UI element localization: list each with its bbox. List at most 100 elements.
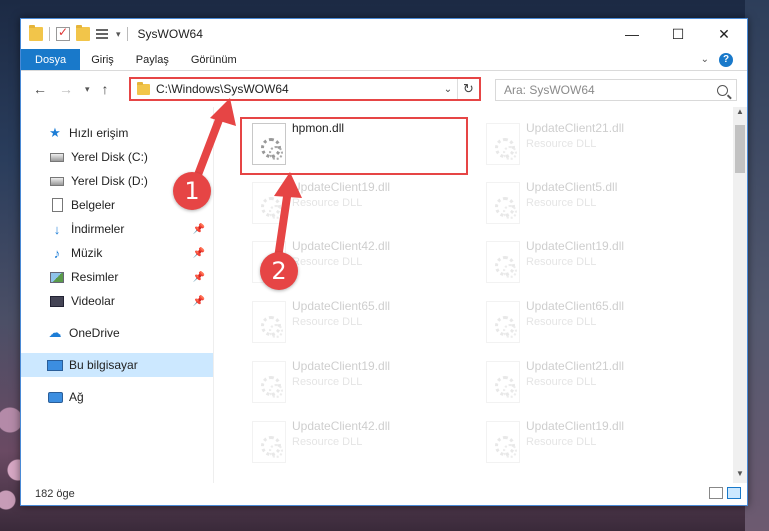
maximize-button[interactable]: ☐ — [655, 19, 701, 49]
sidebar-item-videos[interactable]: Videolar 📌 — [21, 289, 213, 313]
scroll-up-icon[interactable]: ▲ — [733, 107, 747, 121]
view-options-icon[interactable] — [96, 27, 110, 41]
disk-icon — [50, 152, 64, 162]
music-icon: ♪ — [53, 245, 61, 261]
back-arrow-icon[interactable]: ← — [33, 81, 47, 97]
new-folder-icon[interactable] — [76, 25, 90, 41]
sidebar-item-label: Ağ — [69, 390, 84, 404]
tab-share[interactable]: Paylaş — [125, 49, 180, 70]
tiles-view-icon[interactable] — [727, 487, 741, 499]
list-item[interactable]: UpdateClient19.dll Resource DLL — [478, 237, 704, 291]
chevron-down-icon[interactable]: ▾ — [116, 29, 121, 40]
address-dropdown-icon[interactable]: ⌄ — [439, 84, 457, 95]
dll-file-icon — [486, 123, 520, 165]
sidebar-item-onedrive[interactable]: ☁ OneDrive — [21, 321, 213, 345]
sidebar-item-downloads[interactable]: ↓ İndirmeler 📌 — [21, 217, 213, 241]
scrollbar-thumb[interactable] — [735, 125, 745, 173]
sidebar-item-label: OneDrive — [69, 326, 120, 340]
sidebar-item-this-pc[interactable]: Bu bilgisayar — [21, 353, 213, 377]
file-list: hpmon.dll UpdateClient21.dll Resource DL… — [214, 107, 747, 483]
address-bar[interactable]: C:\Windows\SysWOW64 ⌄ ↻ — [129, 77, 481, 101]
list-item[interactable]: UpdateClient21.dll Resource DLL — [478, 357, 704, 411]
download-icon: ↓ — [53, 221, 61, 237]
folder-icon — [137, 81, 150, 95]
sidebar-item-local-disk-c[interactable]: Yerel Disk (C:) — [21, 145, 213, 169]
sidebar-item-label: Belgeler — [71, 198, 116, 212]
tab-view[interactable]: Görünüm — [180, 49, 248, 70]
cloud-icon: ☁ — [48, 325, 62, 340]
ribbon-tabs: Dosya Giriş Paylaş Görünüm ⌄ ? — [21, 49, 747, 71]
sidebar-item-label: Resimler — [71, 270, 119, 284]
forward-arrow-icon[interactable]: → — [59, 81, 73, 97]
sidebar-item-label: İndirmeler — [71, 222, 125, 236]
list-item[interactable]: UpdateClient65.dll Resource DLL — [244, 297, 470, 351]
dll-file-icon — [252, 421, 286, 463]
search-box[interactable]: Ara: SysWOW64 — [495, 79, 737, 101]
status-bar: 182 öge — [21, 483, 747, 505]
list-item[interactable]: UpdateClient19.dll Resource DLL — [244, 357, 470, 411]
sidebar-item-pictures[interactable]: Resimler 📌 — [21, 265, 213, 289]
file-name: UpdateClient19.dll — [292, 180, 391, 194]
star-icon: ★ — [49, 125, 61, 140]
minimize-button[interactable]: — — [609, 19, 655, 49]
sidebar-item-network[interactable]: Ağ — [21, 385, 213, 409]
sidebar-item-label: Hızlı erişim — [69, 126, 129, 140]
step-badge-2: 2 — [260, 252, 298, 290]
search-icon[interactable] — [717, 84, 728, 96]
toolbar-separator — [49, 27, 50, 41]
ribbon-right: ⌄ ? — [701, 49, 747, 70]
file-name: UpdateClient42.dll — [292, 419, 391, 433]
list-item[interactable]: UpdateClient42.dll Resource DLL — [244, 417, 470, 471]
file-name: UpdateClient19.dll — [526, 239, 625, 253]
tab-home[interactable]: Giriş — [80, 49, 125, 70]
properties-checkbox-icon[interactable] — [56, 25, 70, 41]
highlight-box — [240, 117, 468, 175]
window-controls: — ☐ ✕ — [609, 19, 747, 49]
scroll-down-icon[interactable]: ▼ — [733, 469, 747, 483]
file-name: UpdateClient65.dll — [292, 299, 391, 313]
dll-file-icon — [486, 301, 520, 343]
documents-icon — [51, 198, 63, 212]
file-type: Resource DLL — [526, 376, 597, 388]
window-title: SysWOW64 — [137, 27, 203, 41]
sidebar-item-label: Bu bilgisayar — [69, 358, 138, 372]
file-type: Resource DLL — [526, 316, 597, 328]
file-type: Resource DLL — [526, 256, 597, 268]
quick-access-toolbar: ▾ — [21, 25, 128, 41]
up-arrow-icon[interactable]: ↑ — [102, 81, 109, 97]
list-item[interactable]: UpdateClient21.dll Resource DLL — [478, 119, 704, 173]
pin-icon[interactable]: 📌 — [193, 248, 205, 259]
list-item[interactable]: UpdateClient19.dll Resource DLL — [478, 417, 704, 471]
file-type: Resource DLL — [292, 316, 363, 328]
sidebar-item-quick-access[interactable]: ★ Hızlı erişim — [21, 121, 213, 145]
address-path[interactable]: C:\Windows\SysWOW64 — [156, 82, 439, 96]
sidebar-item-music[interactable]: ♪ Müzik 📌 — [21, 241, 213, 265]
dll-file-icon — [252, 361, 286, 403]
explorer-window: ▾ SysWOW64 — ☐ ✕ Dosya Giriş Paylaş Görü… — [20, 18, 748, 506]
file-name: UpdateClient19.dll — [292, 359, 391, 373]
pin-icon[interactable]: 📌 — [193, 224, 205, 235]
file-name: UpdateClient65.dll — [526, 299, 625, 313]
file-type: Resource DLL — [292, 436, 363, 448]
computer-icon — [47, 359, 63, 371]
refresh-icon[interactable]: ↻ — [457, 79, 479, 99]
file-type: Resource DLL — [292, 256, 363, 268]
details-view-icon[interactable] — [709, 487, 723, 499]
search-placeholder[interactable]: Ara: SysWOW64 — [504, 83, 595, 97]
list-item[interactable]: UpdateClient5.dll Resource DLL — [478, 178, 704, 232]
close-button[interactable]: ✕ — [701, 19, 747, 49]
list-item[interactable]: UpdateClient65.dll Resource DLL — [478, 297, 704, 351]
vertical-scrollbar[interactable]: ▲ ▼ — [733, 107, 747, 483]
dll-file-icon — [486, 241, 520, 283]
tab-file[interactable]: Dosya — [21, 49, 81, 70]
network-icon — [47, 391, 63, 403]
file-name: UpdateClient21.dll — [526, 121, 625, 135]
list-item[interactable]: UpdateClient19.dll Resource DLL — [244, 178, 470, 232]
expand-ribbon-icon[interactable]: ⌄ — [701, 54, 709, 65]
file-type: Resource DLL — [526, 436, 597, 448]
help-icon[interactable]: ? — [719, 52, 733, 67]
pin-icon[interactable]: 📌 — [193, 272, 205, 283]
videos-icon — [50, 295, 64, 307]
recent-locations-icon[interactable]: ▾ — [85, 84, 90, 95]
pin-icon[interactable]: 📌 — [193, 296, 205, 307]
